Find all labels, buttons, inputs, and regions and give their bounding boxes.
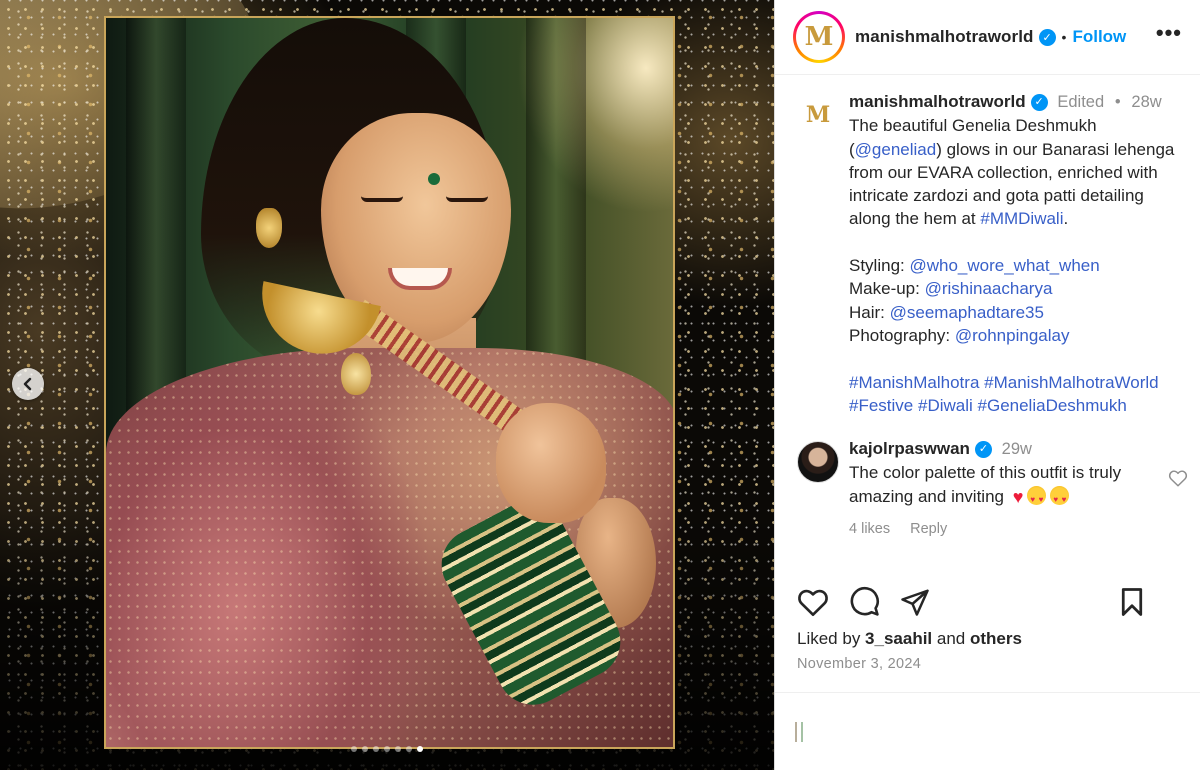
caption-age[interactable]: 28w [1131, 93, 1161, 111]
carousel-dot [384, 746, 390, 752]
emoji-picker-button[interactable] [795, 722, 803, 742]
post-photo [104, 16, 675, 749]
comment-item: kajolrpaswwan ✓ 29w The color palette of … [797, 437, 1188, 541]
post-date[interactable]: November 3, 2024 [797, 656, 921, 672]
post-media [0, 0, 774, 770]
share-icon [901, 589, 929, 616]
share-button[interactable] [900, 587, 930, 617]
action-bar [797, 586, 1146, 617]
eye [361, 196, 403, 202]
mention-link[interactable]: @rohnpingalay [955, 326, 1070, 345]
caption-avatar[interactable]: M [797, 94, 839, 136]
brand-logo: M [797, 94, 839, 136]
profile-avatar-story-ring[interactable]: M [793, 11, 845, 63]
credit-label: Photography: [849, 325, 955, 345]
carousel-indicator [0, 746, 774, 752]
commenter-avatar[interactable] [797, 441, 839, 484]
earring [256, 208, 282, 248]
hashtag-link[interactable]: #Festive [849, 396, 913, 415]
comment-age[interactable]: 29w [1002, 440, 1032, 458]
follow-button[interactable]: Follow [1072, 27, 1126, 47]
comment-meta: 4 likes Reply [849, 518, 1152, 541]
liked-by-others[interactable]: others [970, 629, 1022, 648]
brand-logo: M [799, 17, 839, 57]
post-header: M manishmalhotraworld ✓ • Follow ••• [775, 0, 1200, 75]
credit-line: Hair: @seemaphadtare35 [849, 301, 1188, 324]
credit-line: Styling: @who_wore_what_when [849, 254, 1188, 277]
liked-by: Liked by 3_saahil and others [797, 629, 1022, 649]
mention-link[interactable]: @who_wore_what_when [909, 256, 1099, 275]
liked-by-prefix: Liked by [797, 629, 866, 648]
header-username[interactable]: manishmalhotraworld [855, 27, 1034, 47]
chevron-left-icon [23, 377, 32, 391]
hashtag-link[interactable]: #ManishMalhotra [849, 373, 979, 392]
comment-icon [850, 587, 879, 616]
post-modal: M manishmalhotraworld ✓ • Follow ••• M m… [0, 0, 1200, 770]
separator-dot: • [1061, 29, 1067, 45]
carousel-dot [373, 746, 379, 752]
red-heart-emoji: ♥ [1012, 486, 1024, 507]
edited-label: Edited [1057, 93, 1105, 111]
verified-badge-icon: ✓ [1038, 28, 1056, 46]
like-button[interactable] [797, 587, 829, 617]
comment-likes[interactable]: 4 likes [849, 521, 890, 537]
liked-by-user[interactable]: 3_saahil [865, 629, 932, 648]
save-button[interactable] [1118, 587, 1146, 617]
verified-badge-icon: ✓ [1030, 94, 1048, 112]
reply-button[interactable]: Reply [910, 521, 947, 537]
more-options-button[interactable]: ••• [1156, 20, 1182, 54]
caption: M manishmalhotraworld ✓ Edited • 28w The … [797, 90, 1188, 417]
bookmark-icon [1121, 587, 1143, 616]
caption-text: . [1063, 209, 1069, 229]
carousel-dot [362, 746, 368, 752]
credit-label: Hair: [849, 302, 890, 322]
comments-scroll-area[interactable]: M manishmalhotraworld ✓ Edited • 28w The … [775, 76, 1200, 576]
separator-dot: • [1114, 93, 1121, 111]
credit-label: Styling: [849, 256, 910, 276]
hashtag-link[interactable]: #MMDiwali [980, 209, 1063, 228]
carousel-dot [395, 746, 401, 752]
hashtag-link[interactable]: #GeneliaDeshmukh [978, 396, 1127, 415]
liked-by-mid: and [932, 629, 970, 648]
credit-label: Make-up: [849, 279, 925, 299]
post-side-panel: M manishmalhotraworld ✓ • Follow ••• M m… [774, 0, 1200, 770]
hashtag-link[interactable]: #ManishMalhotraWorld [984, 373, 1158, 392]
like-comment-heart-icon[interactable] [1168, 469, 1188, 487]
pendant [341, 353, 371, 395]
caption-body: manishmalhotraworld ✓ Edited • 28w The be… [849, 90, 1188, 417]
mention-link[interactable]: @geneliad [855, 140, 937, 159]
comment-username[interactable]: kajolrpaswwan [849, 439, 970, 458]
avatar-inner: M [796, 14, 842, 60]
comment-text: The color palette of this outfit is trul… [849, 463, 1122, 506]
hand [496, 403, 606, 523]
mention-link[interactable]: @rishinaacharya [925, 279, 1053, 298]
heart-icon [798, 589, 828, 616]
carousel-dot [351, 746, 357, 752]
carousel-dot [406, 746, 412, 752]
heart-eyes-emoji [1027, 485, 1047, 511]
bindi [428, 173, 440, 185]
heart-eyes-emoji [1050, 485, 1070, 511]
previous-slide-button[interactable] [12, 368, 44, 400]
carousel-dot [417, 746, 423, 752]
mention-link[interactable]: @seemaphadtare35 [890, 303, 1044, 322]
credit-line: Photography: @rohnpingalay [849, 324, 1188, 347]
hashtag-link[interactable]: #Diwali [918, 396, 973, 415]
credit-line: Make-up: @rishinaacharya [849, 277, 1188, 300]
eye [446, 196, 488, 202]
comment-button[interactable] [849, 586, 880, 617]
comment-body: kajolrpaswwan ✓ 29w The color palette of … [849, 437, 1188, 541]
verified-badge-icon: ✓ [974, 441, 992, 459]
caption-username[interactable]: manishmalhotraworld [849, 92, 1026, 111]
divider [775, 692, 1200, 693]
